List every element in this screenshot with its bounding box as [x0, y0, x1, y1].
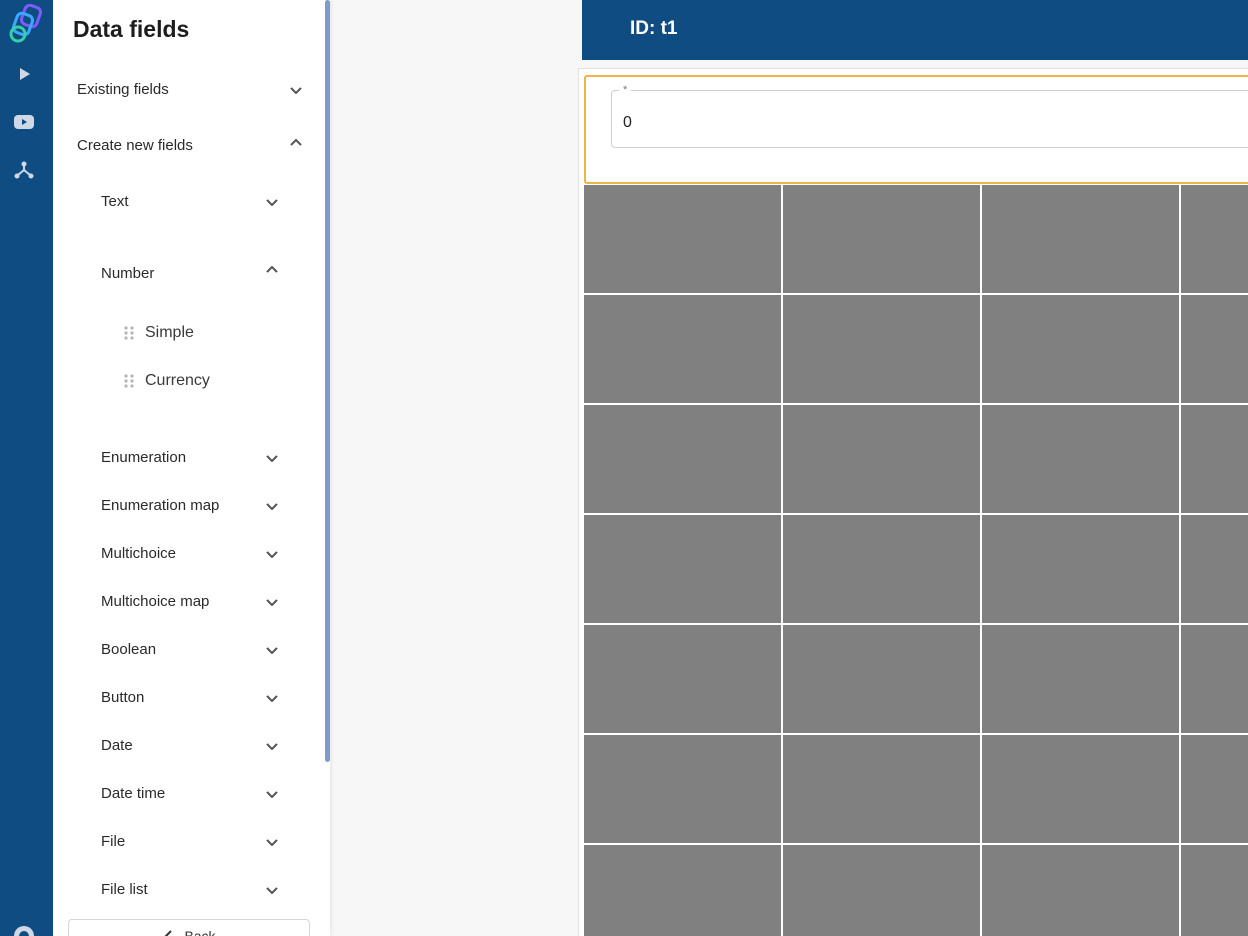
- chevron-down-icon: [266, 743, 278, 751]
- group-file-list[interactable]: File list: [101, 877, 283, 901]
- grid-cell[interactable]: [1181, 735, 1248, 843]
- chevron-down-icon: [290, 87, 302, 95]
- number-field-input[interactable]: [611, 90, 1248, 148]
- group-button-label: Button: [101, 688, 145, 706]
- group-multichoice-map[interactable]: Multichoice map: [101, 589, 283, 613]
- field-item-label: Currency: [145, 372, 210, 389]
- group-date-label: Date: [101, 736, 133, 754]
- field-item-currency[interactable]: Currency: [123, 369, 210, 393]
- group-enumeration-map-label: Enumeration map: [101, 496, 220, 514]
- grid-cell[interactable]: [1181, 625, 1248, 733]
- grid-cell[interactable]: [783, 295, 980, 403]
- workflow-icon[interactable]: [12, 158, 36, 182]
- grid-cell[interactable]: [783, 735, 980, 843]
- field-item-label: Simple: [145, 324, 194, 341]
- create-new-fields-label: Create new fields: [77, 136, 193, 154]
- grid-cell[interactable]: [982, 735, 1179, 843]
- chevron-down-icon: [266, 503, 278, 511]
- layout-grid: [584, 185, 1248, 936]
- grid-cell[interactable]: [1181, 405, 1248, 513]
- grid-cell[interactable]: [783, 845, 980, 936]
- panel-title: Data fields: [73, 16, 190, 42]
- chevron-down-icon: [266, 695, 278, 703]
- grid-cell[interactable]: [783, 625, 980, 733]
- back-button-label: Back: [184, 928, 216, 936]
- group-number-label: Number: [101, 264, 155, 282]
- grid-cell[interactable]: [1181, 845, 1248, 936]
- group-file-list-label: File list: [101, 880, 148, 898]
- chevron-up-icon: [290, 138, 302, 146]
- group-enumeration-label: Enumeration: [101, 448, 187, 466]
- chevron-down-icon: [266, 887, 278, 895]
- grid-cell[interactable]: [982, 625, 1179, 733]
- data-fields-panel: Data fields Existing fields Create new f…: [53, 0, 330, 936]
- chevron-down-icon: [266, 455, 278, 463]
- grid-cell[interactable]: [783, 185, 980, 293]
- grid-cell[interactable]: [982, 405, 1179, 513]
- group-date-time-label: Date time: [101, 784, 166, 802]
- play-icon[interactable]: [12, 62, 36, 86]
- group-multichoice[interactable]: Multichoice: [101, 541, 283, 565]
- grid-cell[interactable]: [584, 295, 781, 403]
- group-button[interactable]: Button: [101, 685, 283, 709]
- grid-cell[interactable]: [982, 295, 1179, 403]
- chevron-down-icon: [266, 647, 278, 655]
- grid-cell[interactable]: [982, 515, 1179, 623]
- chevron-down-icon: [266, 199, 278, 207]
- number-field-value[interactable]: 0: [623, 114, 632, 132]
- group-boolean[interactable]: Boolean: [101, 637, 283, 661]
- grid-cell[interactable]: [584, 515, 781, 623]
- existing-fields-toggle[interactable]: Existing fields: [77, 77, 307, 101]
- transition-header: ID: t1: [582, 0, 1248, 60]
- field-item-simple[interactable]: Simple: [123, 321, 194, 345]
- grid-cell[interactable]: [783, 405, 980, 513]
- create-new-fields-toggle[interactable]: Create new fields: [77, 133, 307, 157]
- grid-cell[interactable]: [584, 845, 781, 936]
- chevron-down-icon: [266, 839, 278, 847]
- grid-cell[interactable]: [584, 625, 781, 733]
- grid-cell[interactable]: [783, 515, 980, 623]
- group-boolean-label: Boolean: [101, 640, 157, 658]
- help-icon[interactable]: [12, 924, 36, 936]
- number-field-label: *: [619, 84, 632, 96]
- grid-cell[interactable]: [584, 735, 781, 843]
- app-logo-icon[interactable]: [6, 4, 46, 44]
- drag-handle-icon[interactable]: [123, 325, 135, 341]
- drag-handle-icon[interactable]: [123, 373, 135, 389]
- group-multichoice-label: Multichoice: [101, 544, 177, 562]
- chevron-down-icon: [266, 791, 278, 799]
- group-file-label: File: [101, 832, 126, 850]
- back-button[interactable]: Back: [68, 919, 310, 936]
- group-enumeration-map[interactable]: Enumeration map: [101, 493, 283, 517]
- group-file[interactable]: File: [101, 829, 283, 853]
- grid-cell[interactable]: [584, 185, 781, 293]
- grid-cell[interactable]: [584, 405, 781, 513]
- transition-id-title: ID: t1: [630, 18, 678, 39]
- chevron-down-icon: [266, 551, 278, 559]
- group-number[interactable]: Number: [101, 261, 283, 285]
- group-enumeration[interactable]: Enumeration: [101, 445, 283, 469]
- grid-cell[interactable]: [1181, 185, 1248, 293]
- group-date[interactable]: Date: [101, 733, 283, 757]
- group-text-label: Text: [101, 192, 129, 210]
- grid-cell[interactable]: [1181, 295, 1248, 403]
- chevron-left-icon: [165, 930, 173, 936]
- existing-fields-label: Existing fields: [77, 80, 169, 98]
- group-date-time[interactable]: Date time: [101, 781, 283, 805]
- chevron-down-icon: [266, 599, 278, 607]
- grid-cell[interactable]: [982, 185, 1179, 293]
- group-text[interactable]: Text: [101, 189, 283, 213]
- group-multichoice-map-label: Multichoice map: [101, 592, 210, 610]
- grid-cell[interactable]: [1181, 515, 1248, 623]
- panel-scrollbar[interactable]: [325, 0, 330, 762]
- video-icon[interactable]: [12, 110, 36, 134]
- app-rail: [0, 0, 53, 936]
- chevron-up-icon: [266, 265, 278, 273]
- grid-cell[interactable]: [982, 845, 1179, 936]
